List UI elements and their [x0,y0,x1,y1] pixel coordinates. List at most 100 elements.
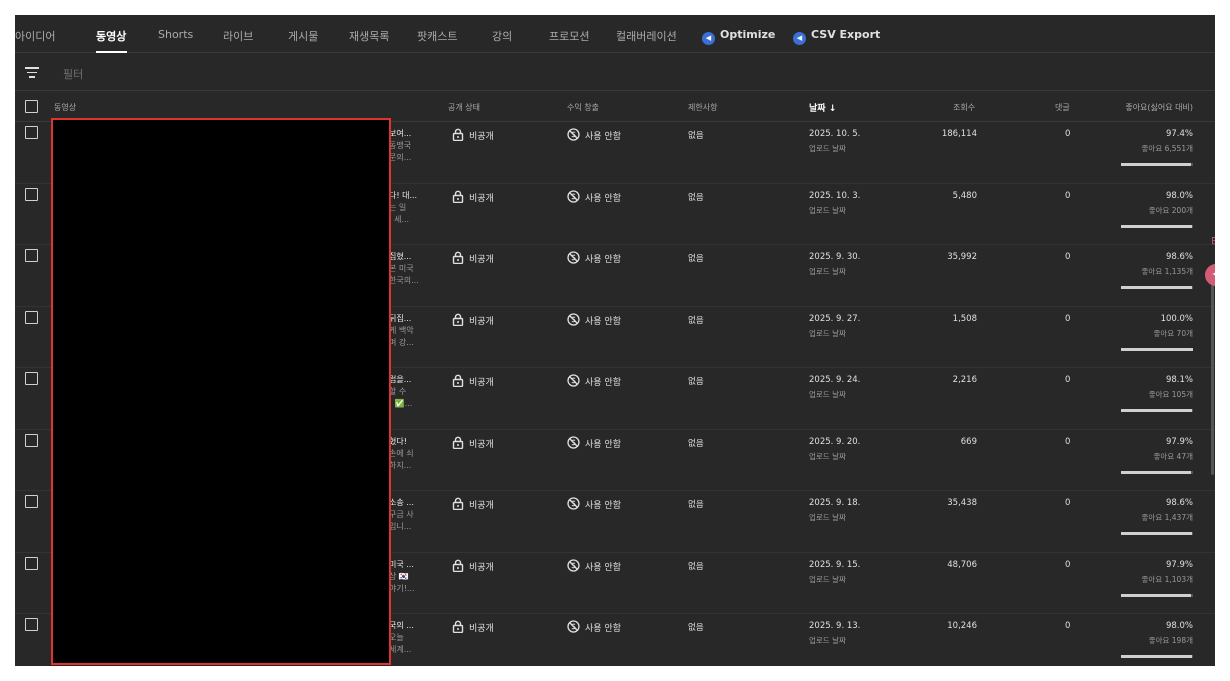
visibility-dropdown[interactable]: 비공개 [452,620,494,634]
lock-icon [452,190,464,203]
restrictions-value: 없음 [688,131,704,141]
video-description-line: . 세... [389,214,410,224]
monetization-status[interactable]: 사용 안함 [567,251,621,265]
visibility-label: 비공개 [469,562,494,573]
visibility-dropdown[interactable]: 비공개 [452,436,494,450]
filter-input[interactable]: 필터 [63,66,83,82]
views-value: 48,706 [947,559,977,570]
row-checkbox[interactable] [25,618,38,631]
column-comments[interactable]: 댓글 [1055,102,1070,113]
visibility-dropdown[interactable]: 비공개 [452,313,494,327]
tab-promotions[interactable]: 프로모션 [549,28,589,44]
tab-shorts[interactable]: Shorts [158,28,193,41]
restrictions-value: 없음 [688,315,704,326]
comments-value: 0 [1065,621,1071,631]
monetization-label: 사용 안함 [585,439,621,450]
video-title[interactable]: 다! 대... 는 일 . 세... [389,190,419,226]
video-description-line: 하지... [389,460,412,470]
monetization-status[interactable]: 사용 안함 [567,128,621,142]
tab-videos[interactable]: 동영상 [96,28,126,44]
tab-collaborations[interactable]: 컬래버레이션 [616,28,677,44]
content-tabs: 아이디어 동영상 Shorts 라이브 게시물 재생목록 팟캐스트 강의 프로모… [15,15,1215,53]
likes-ratio-fill [1121,470,1192,474]
video-title[interactable]: 보여... 동맹국 문의... [389,128,419,164]
comments-value: 0 [1065,252,1071,262]
likes-percent: 98.0% [1165,621,1193,631]
row-checkbox[interactable] [25,187,38,201]
likes-count: 좋아요 6,551개 [1141,144,1193,153]
row-checkbox[interactable] [25,126,38,139]
likes-percent: 100.0% [1160,313,1193,324]
monetization-status[interactable]: 사용 안함 [567,497,621,511]
row-checkbox[interactable] [25,433,38,447]
monetization-status[interactable]: 사용 안함 [567,189,621,204]
likes-ratio-fill [1121,286,1192,289]
column-visibility[interactable]: 공개 상태 [448,102,480,113]
youtube-studio-content: 아이디어 동영상 Shorts 라이브 게시물 재생목록 팟캐스트 강의 프로모… [15,15,1215,666]
video-title[interactable]: 국의 ... 오늘 세계... [389,620,419,656]
visibility-dropdown[interactable]: 비공개 [452,374,494,388]
column-views[interactable]: 조회수 [953,102,975,113]
column-video[interactable]: 동영상 [54,102,76,113]
row-checkbox[interactable] [25,495,38,508]
visibility-dropdown[interactable]: 비공개 [452,128,494,142]
visibility-label: 비공개 [469,378,494,388]
likes-count: 좋아요 1,437개 [1141,513,1193,522]
visibility-dropdown[interactable]: 비공개 [452,251,494,265]
visibility-dropdown[interactable]: 비공개 [452,497,494,511]
video-title-line: 혔다! [389,436,407,446]
row-checkbox[interactable] [25,372,38,385]
column-restrictions[interactable]: 제한사항 [688,102,717,113]
filter-bar: 필터 [15,53,1215,91]
monetization-status[interactable]: 사용 안함 [567,558,621,573]
visibility-dropdown[interactable]: 비공개 [452,190,494,204]
monetization-label: 사용 안함 [585,624,621,634]
likes-cell: 98.6% 좋아요 1,437개 [1113,498,1193,535]
filter-icon[interactable] [25,67,39,78]
date-cell: 2025. 9. 18. 업로드 날짜 [809,498,860,523]
column-monetization[interactable]: 수익 창출 [567,102,599,113]
date-value: 2025. 9. 27. [809,313,861,324]
video-description-line: 구금 사 [389,510,414,519]
video-title[interactable]: 집혔... 본 미국 한국의... [389,251,419,287]
views-value: 35,438 [947,498,977,508]
video-title[interactable]: 미국 ... 상 🇰🇷 야기!... [389,559,419,595]
row-checkbox[interactable] [25,249,38,262]
monetization-off-icon [567,128,580,141]
column-likes[interactable]: 좋아요(싫어요 대비) [1125,102,1193,113]
monetization-status[interactable]: 사용 안함 [567,435,621,450]
monetization-status[interactable]: 사용 안함 [567,620,621,634]
video-title[interactable]: 소송 ... 구금 사 입니... [389,497,419,533]
visibility-dropdown[interactable]: 비공개 [452,559,494,573]
grid-icon[interactable]: ⊞ [1211,234,1215,247]
select-all-checkbox[interactable] [25,100,38,113]
video-title[interactable]: 뒤집... 게 백악 며 강... [389,313,419,349]
tab-podcasts[interactable]: 팟캐스트 [417,28,457,44]
monetization-status[interactable]: 사용 안함 [567,312,621,327]
monetization-status[interactable]: 사용 안함 [567,374,621,388]
tab-csv-export[interactable]: ◀ CSV Export [793,28,880,45]
tab-optimize[interactable]: ◀ Optimize [702,28,775,45]
comments-value: 0 [1065,498,1071,508]
tab-ideas[interactable]: 아이디어 [15,28,55,44]
tab-courses[interactable]: 강의 [492,28,512,44]
row-checkbox[interactable] [25,310,38,324]
video-description-line: 상 🇰🇷 [389,571,409,581]
video-title[interactable]: 럽을... 할 수 ! ✅... [389,374,419,410]
date-cell: 2025. 10. 5. 업로드 날짜 [809,129,860,154]
likes-ratio-fill [1121,347,1193,351]
tab-playlists[interactable]: 재생목록 [349,28,389,44]
likes-percent: 97.4% [1165,129,1193,139]
video-title[interactable]: 혔다! 손에 쇠 하지... [389,436,419,472]
row-checkbox[interactable] [25,556,38,570]
video-title-line: 미국 ... [389,559,414,569]
column-date-sort[interactable]: 날짜 ↓ [809,101,836,114]
tab-posts[interactable]: 게시물 [288,28,318,44]
video-title-line: 국의 ... [389,621,414,630]
views-value: 1,508 [952,313,977,324]
tab-live[interactable]: 라이브 [223,28,253,44]
likes-cell: 98.1% 좋아요 105개 [1113,375,1193,412]
video-description-line: 할 수 [389,387,407,396]
likes-percent: 98.6% [1165,498,1193,508]
scrollbar[interactable] [1211,275,1214,475]
